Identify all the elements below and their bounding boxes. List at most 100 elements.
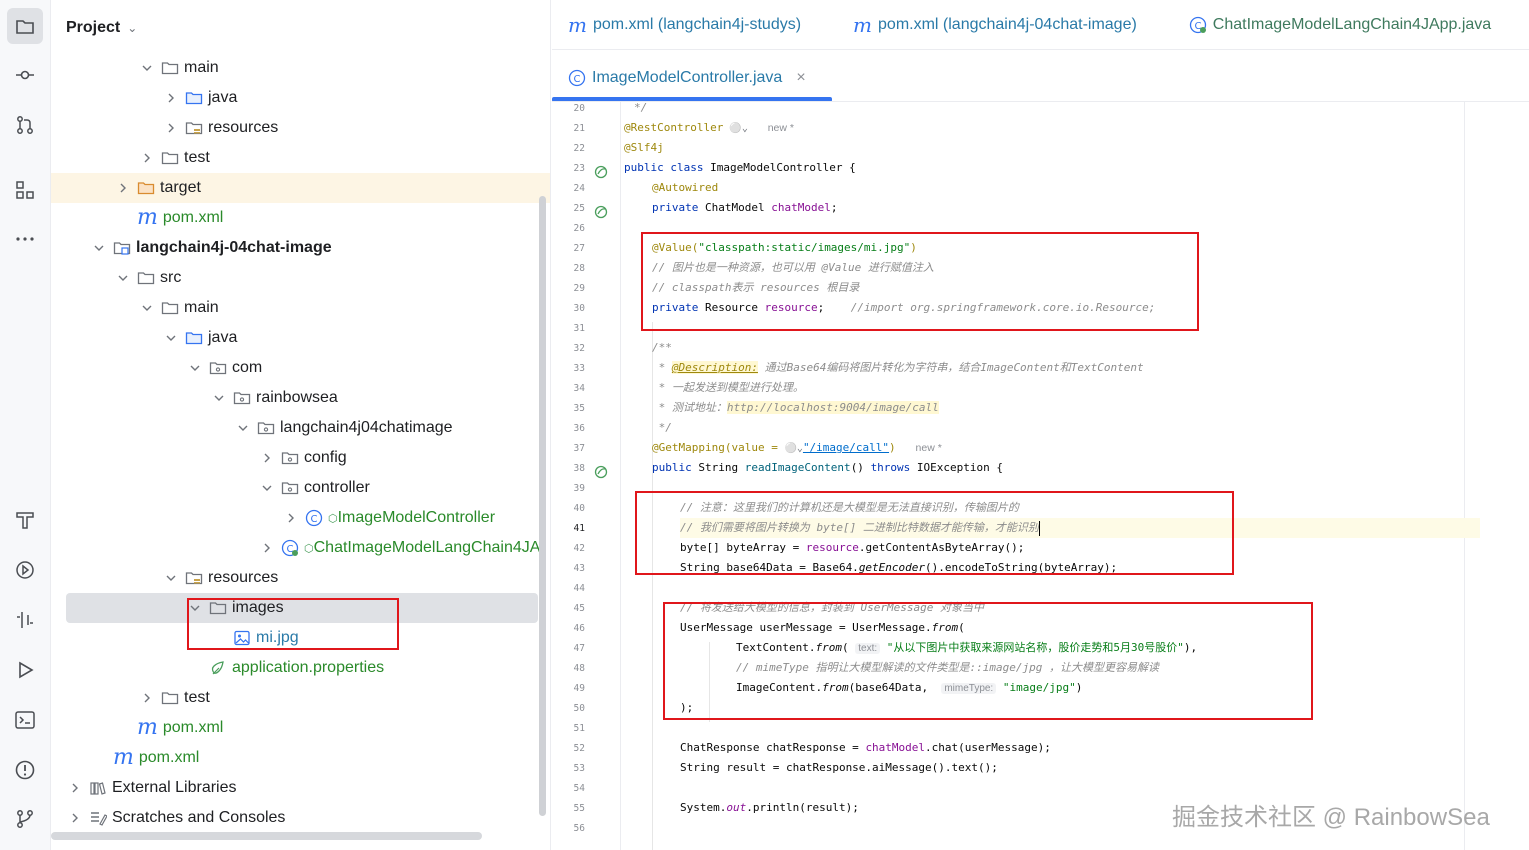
commit-icon[interactable] [7,57,43,93]
tree-item-main[interactable]: main [51,293,550,323]
properties-file-icon [209,659,227,677]
tree-item-label: java [208,329,238,346]
code-line-22: @Slf4j [624,138,664,158]
tree-item-langchain4j-04chat-image[interactable]: langchain4j-04chat-image [51,233,550,263]
tree-item-pom-xml[interactable]: m pom.xml [51,713,550,743]
field-token: chatModel [771,201,831,214]
structure-icon[interactable] [7,172,43,208]
chevron-down-icon[interactable] [115,270,131,286]
more-tools-icon[interactable] [7,221,43,257]
tree-item-label: controller [304,479,370,496]
chevron-down-icon[interactable] [91,240,107,256]
tree-item-java[interactable]: java [51,83,550,113]
chevron-down-icon[interactable]: ⌄ [127,21,137,35]
svg-text:C: C [574,74,581,85]
run-icon[interactable] [7,652,43,688]
watermark-text: 掘金技术社区 @ RainbowSea [1172,804,1490,831]
tree-item-label: langchain4j-04chat-image [136,239,332,256]
comment-token: * [652,361,672,374]
line-number: 25 [573,203,585,214]
line-number: 54 [573,783,585,794]
tree-item-resources[interactable]: resources [51,113,550,143]
chevron-down-icon[interactable] [187,360,203,376]
chevron-right-icon[interactable] [259,540,275,556]
tree-item-external-libraries[interactable]: External Libraries [51,773,550,803]
tree-item-langchain4j04chatimage[interactable]: langchain4j04chatimage [51,413,550,443]
project-tool-icon[interactable] [7,8,43,44]
package-private-icon: ⬡ [304,542,314,555]
tree-item-main[interactable]: main [51,53,550,83]
tree-item-test[interactable]: test [51,143,550,173]
chevron-right-icon[interactable] [139,690,155,706]
chevron-right-icon[interactable] [67,780,83,796]
chevron-right-icon[interactable] [259,450,275,466]
chevron-down-icon[interactable] [139,300,155,316]
code-area[interactable]: */ @RestController ⚪⌄ new * @Slf4j publi… [624,101,1524,850]
tab-pom-studys[interactable]: m pom.xml (langchain4j-studys) [568,13,801,37]
endpoints-icon[interactable] [7,602,43,638]
chevron-down-icon[interactable] [259,480,275,496]
chevron-down-icon[interactable] [139,60,155,76]
line-number: 47 [573,643,585,654]
tab-image-model-controller[interactable]: C ImageModelController.java × [568,62,806,94]
tree-item-src[interactable]: src [51,263,550,293]
chevron-right-icon[interactable] [283,510,299,526]
tree-item-config[interactable]: config [51,443,550,473]
tree-item-pom-xml[interactable]: m pom.xml [51,743,550,773]
git-icon[interactable] [7,801,43,837]
spring-bean-gutter-icon[interactable] [594,205,608,219]
url-link[interactable]: http://localhost:9004/image/call [726,401,939,414]
globe-icon[interactable]: ⚪⌄ [723,123,747,134]
project-title-label: Project [66,19,121,36]
tree-item-resources[interactable]: resources [51,563,550,593]
comment-token: * 一起发送到模型进行处理。 [652,381,804,394]
line-number: 43 [573,563,585,574]
method-token: readImageContent [744,461,851,474]
mapping-link[interactable]: "/image/call" [803,441,889,454]
line-number: 39 [573,483,585,494]
line-number: 48 [573,663,585,674]
chevron-down-icon[interactable] [163,570,179,586]
globe-icon[interactable]: ⚪⌄ [784,443,802,454]
close-tab-icon[interactable]: × [796,69,805,87]
tab-pom-chat-image[interactable]: m pom.xml (langchain4j-04chat-image) [853,13,1137,37]
tree-item-target[interactable]: target [51,173,550,203]
spring-bean-gutter-icon[interactable] [594,465,608,479]
problems-icon[interactable] [7,752,43,788]
vertical-scrollbar[interactable] [539,196,546,816]
spring-bean-gutter-icon[interactable] [594,165,608,179]
chevron-right-icon[interactable] [67,810,83,826]
tree-item-chatimagemodellangchain4ja[interactable]: C ⬡ ChatImageModelLangChain4JA [51,533,550,563]
project-panel-title[interactable]: Project ⌄ [66,16,137,40]
punct-token: () [850,461,871,474]
tree-item-rainbowsea[interactable]: rainbowsea [51,383,550,413]
code-line-23: public class ImageModelController { [624,158,856,178]
chevron-right-icon[interactable] [115,180,131,196]
line-number: 28 [573,263,585,274]
app-class-icon: C [1189,16,1207,34]
line-number: 31 [573,323,585,334]
chevron-right-icon[interactable] [139,150,155,166]
tree-item-java[interactable]: java [51,323,550,353]
services-icon[interactable] [7,552,43,588]
tree-item-com[interactable]: com [51,353,550,383]
chevron-down-icon[interactable] [211,390,227,406]
tree-item-scratches-and-consoles[interactable]: Scratches and Consoles [51,803,550,833]
tree-item-application-properties[interactable]: application.properties [51,653,550,683]
chevron-right-icon[interactable] [163,90,179,106]
horizontal-scrollbar[interactable] [51,832,482,840]
source-folder-icon [185,329,203,347]
tree-item-imagemodelcontroller[interactable]: C ⬡ ImageModelController [51,503,550,533]
tree-item-pom-xml[interactable]: m pom.xml [51,203,550,233]
chevron-down-icon[interactable] [163,330,179,346]
pull-requests-icon[interactable] [7,107,43,143]
tab-app-class[interactable]: C ChatImageModelLangChain4JApp.java [1189,16,1491,34]
terminal-icon[interactable] [7,702,43,738]
build-icon[interactable] [7,502,43,538]
chevron-down-icon[interactable] [235,420,251,436]
tree-item-controller[interactable]: controller [51,473,550,503]
folder-icon [161,149,179,167]
comment-token: */ [634,101,648,114]
tree-item-test[interactable]: test [51,683,550,713]
chevron-right-icon[interactable] [163,120,179,136]
